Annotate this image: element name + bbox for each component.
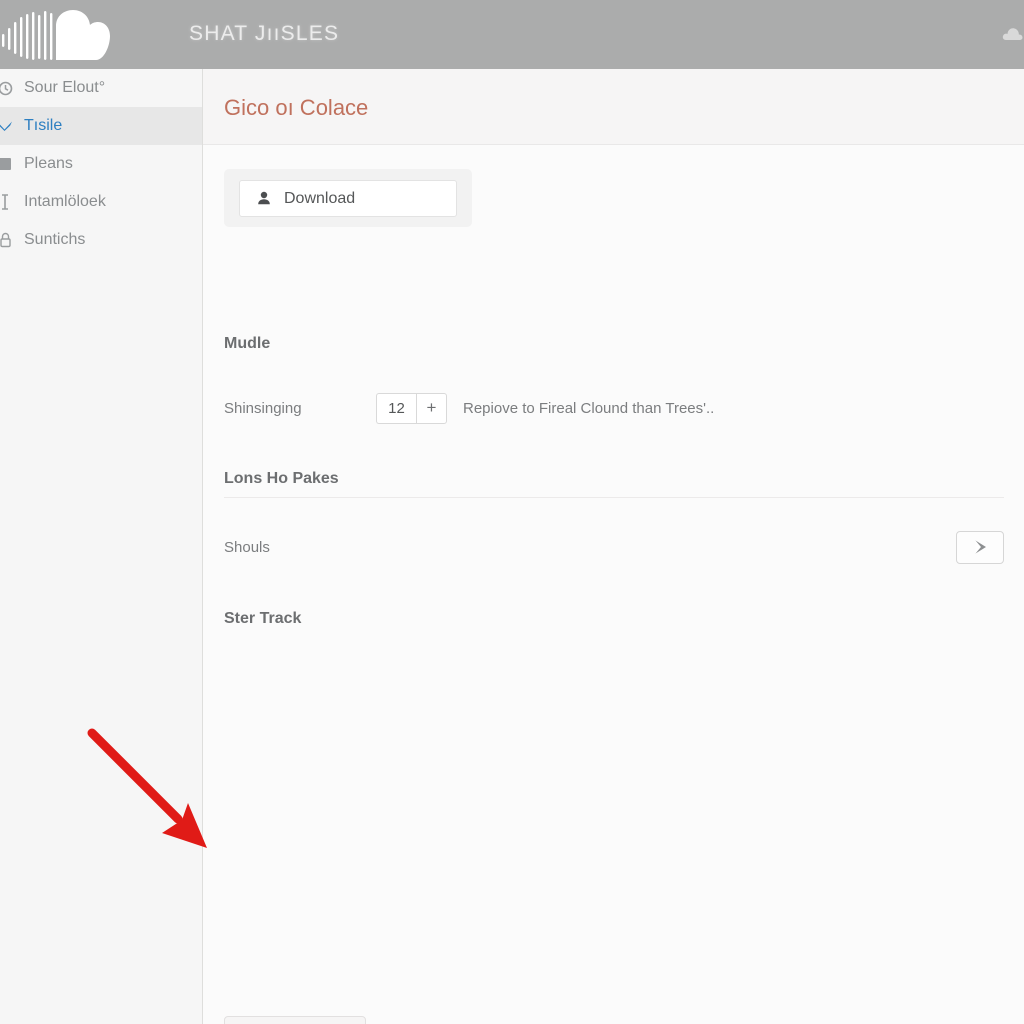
download-button-bottom[interactable]: Download: [224, 1016, 366, 1024]
section-heading-mudle: Mudle: [224, 335, 271, 352]
sidebar-item-suntichs[interactable]: Suntichs: [0, 221, 202, 259]
section-divider: [224, 497, 1004, 498]
square-icon: [0, 155, 16, 173]
sidebar-item-label: Pleans: [24, 155, 73, 172]
sidebar-item-sour-elout[interactable]: Sour Elout°: [0, 69, 202, 107]
lock-icon: [0, 231, 16, 249]
page-title: Gico oı Colace: [224, 95, 369, 120]
main-content: Gico oı Colace Download Mudle Shinsingin…: [203, 69, 1024, 1024]
sidebar-item-label: Sour Elout°: [24, 79, 106, 96]
sidebar-item-tisile[interactable]: Tısile: [0, 107, 202, 145]
setting-label: Shinsinging: [224, 399, 302, 417]
sidebar-item-label: Tısile: [24, 117, 63, 134]
download-panel: Download: [224, 169, 472, 227]
stepper-plus-button[interactable]: +: [416, 392, 447, 424]
sidebar-item-label: Suntichs: [24, 231, 86, 248]
section-heading-lons-ho-pakes: Lons Ho Pakes: [224, 470, 339, 487]
application-window: SHAT JııSLES Sour Elout° Tısile Pleans I…: [0, 0, 1024, 1024]
play-button[interactable]: [956, 530, 1004, 564]
sidebar-item-intamloloek[interactable]: Intamlöloek: [0, 183, 202, 221]
cloud-icon[interactable]: [1002, 24, 1024, 46]
page-title-band: Gico oı Colace: [203, 69, 1024, 145]
chevron-down-icon: [0, 117, 16, 135]
quantity-stepper[interactable]: +: [376, 392, 447, 424]
text-cursor-icon: [0, 193, 16, 211]
play-icon: [975, 540, 986, 554]
setting-row-shinsinging: Shinsinging + Repiove to Fireal Clound t…: [224, 392, 1004, 424]
download-button-top[interactable]: Download: [239, 180, 457, 217]
brand-title: SHAT JııSLES: [189, 22, 340, 45]
content-area: Download Mudle Shinsinging + Repiove to …: [203, 145, 1024, 1024]
setting-hint: Repiove to Fireal Clound than Trees'..: [463, 399, 715, 417]
app-header: SHAT JııSLES: [0, 0, 1024, 69]
soundcloud-cloud-waveform-logo[interactable]: [0, 8, 110, 62]
sidebar-item-pleans[interactable]: Pleans: [0, 145, 202, 183]
list-item-label: Shouls: [224, 538, 270, 556]
person-download-icon: [254, 189, 274, 209]
list-item-shouls: Shouls: [224, 527, 1004, 567]
sidebar-item-label: Intamlöloek: [24, 193, 106, 210]
sidebar: Sour Elout° Tısile Pleans Intamlöloek Su: [0, 69, 203, 1024]
download-button-top-label: Download: [284, 189, 356, 207]
stepper-input[interactable]: [376, 392, 416, 424]
section-heading-ster-track: Ster Track: [224, 610, 302, 627]
clock-icon: [0, 79, 16, 97]
